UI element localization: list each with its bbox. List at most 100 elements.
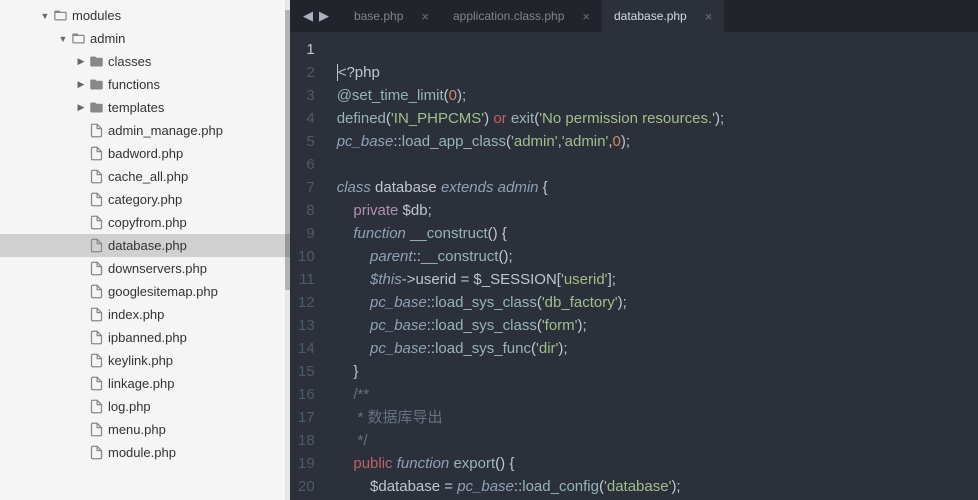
file-cache_all.php[interactable]: cache_all.php: [0, 165, 290, 188]
file-linkage.php[interactable]: linkage.php: [0, 372, 290, 395]
line-number: 7: [298, 176, 315, 199]
file-explorer-sidebar: modules admin classes functions templates adm…: [0, 0, 290, 500]
file-icon: [88, 261, 104, 277]
folder-icon: [70, 31, 86, 47]
line-number: 9: [298, 222, 315, 245]
nav-back-icon[interactable]: ◀: [303, 8, 313, 24]
line-number: 1: [298, 38, 315, 61]
tree-item-label: log.php: [108, 399, 151, 414]
folder-templates[interactable]: templates: [0, 96, 290, 119]
close-icon[interactable]: ×: [582, 9, 590, 24]
file-badword.php[interactable]: badword.php: [0, 142, 290, 165]
line-number: 3: [298, 84, 315, 107]
folder-modules[interactable]: modules: [0, 4, 290, 27]
tree-item-label: functions: [108, 77, 160, 92]
tree-item-label: keylink.php: [108, 353, 173, 368]
folder-functions[interactable]: functions: [0, 73, 290, 96]
file-icon: [88, 215, 104, 231]
file-icon: [88, 307, 104, 323]
tab-base.php[interactable]: base.php ×: [342, 0, 441, 32]
tab-label: base.php: [354, 9, 403, 23]
line-number: 5: [298, 130, 315, 153]
tab-label: database.php: [614, 9, 687, 23]
tree-item-label: googlesitemap.php: [108, 284, 218, 299]
chevron-right-icon[interactable]: [76, 102, 86, 113]
file-icon: [88, 123, 104, 139]
close-icon[interactable]: ×: [705, 9, 713, 24]
line-number: 16: [298, 383, 315, 406]
folder-icon: [88, 77, 104, 93]
code-area[interactable]: 1234567891011121314151617181920 <?php @s…: [290, 32, 978, 500]
code-content[interactable]: <?php @set_time_limit(0); defined('IN_PH…: [329, 32, 735, 500]
editor-top-bar: ◀ ▶ base.php×application.class.php×datab…: [290, 0, 978, 32]
close-icon[interactable]: ×: [421, 9, 429, 24]
tree-item-label: category.php: [108, 192, 182, 207]
line-number: 2: [298, 61, 315, 84]
tree-item-label: admin_manage.php: [108, 123, 223, 138]
line-gutter: 1234567891011121314151617181920: [290, 32, 329, 500]
folder-admin[interactable]: admin: [0, 27, 290, 50]
file-downservers.php[interactable]: downservers.php: [0, 257, 290, 280]
tab-label: application.class.php: [453, 9, 564, 23]
line-number: 10: [298, 245, 315, 268]
tab-database.php[interactable]: database.php ×: [602, 0, 724, 32]
folder-classes[interactable]: classes: [0, 50, 290, 73]
tree-item-label: linkage.php: [108, 376, 175, 391]
file-keylink.php[interactable]: keylink.php: [0, 349, 290, 372]
chevron-down-icon[interactable]: [58, 34, 68, 44]
chevron-right-icon[interactable]: [76, 79, 86, 90]
file-icon: [88, 146, 104, 162]
line-number: 6: [298, 153, 315, 176]
nav-forward-icon[interactable]: ▶: [319, 8, 329, 24]
file-ipbanned.php[interactable]: ipbanned.php: [0, 326, 290, 349]
tab-bar: base.php×application.class.php×database.…: [342, 0, 978, 32]
file-log.php[interactable]: log.php: [0, 395, 290, 418]
tree-item-label: database.php: [108, 238, 187, 253]
tree-item-label: index.php: [108, 307, 164, 322]
file-icon: [88, 169, 104, 185]
line-number: 19: [298, 452, 315, 475]
tree-item-label: module.php: [108, 445, 176, 460]
sidebar-scrollbar-thumb[interactable]: [285, 10, 290, 290]
file-icon: [88, 422, 104, 438]
nav-arrows: ◀ ▶: [290, 0, 342, 32]
tree-item-label: badword.php: [108, 146, 183, 161]
line-number: 20: [298, 475, 315, 498]
line-number: 14: [298, 337, 315, 360]
chevron-down-icon[interactable]: [40, 11, 50, 21]
file-icon: [88, 399, 104, 415]
file-icon: [88, 192, 104, 208]
tree-item-label: ipbanned.php: [108, 330, 187, 345]
file-googlesitemap.php[interactable]: googlesitemap.php: [0, 280, 290, 303]
tree-item-label: modules: [72, 8, 121, 23]
sidebar-scrollbar[interactable]: [285, 0, 290, 500]
chevron-right-icon[interactable]: [76, 56, 86, 67]
file-database.php[interactable]: database.php: [0, 234, 290, 257]
file-icon: [88, 330, 104, 346]
line-number: 12: [298, 291, 315, 314]
line-number: 4: [298, 107, 315, 130]
tree-item-label: downservers.php: [108, 261, 207, 276]
folder-icon: [88, 100, 104, 116]
folder-icon: [88, 54, 104, 70]
line-number: 15: [298, 360, 315, 383]
file-index.php[interactable]: index.php: [0, 303, 290, 326]
line-number: 18: [298, 429, 315, 452]
tree-item-label: menu.php: [108, 422, 166, 437]
tree-item-label: copyfrom.php: [108, 215, 187, 230]
file-icon: [88, 284, 104, 300]
line-number: 13: [298, 314, 315, 337]
tree-item-label: cache_all.php: [108, 169, 188, 184]
line-number: 17: [298, 406, 315, 429]
line-number: 11: [298, 268, 315, 291]
file-copyfrom.php[interactable]: copyfrom.php: [0, 211, 290, 234]
file-module.php[interactable]: module.php: [0, 441, 290, 464]
file-menu.php[interactable]: menu.php: [0, 418, 290, 441]
file-category.php[interactable]: category.php: [0, 188, 290, 211]
editor-pane: ◀ ▶ base.php×application.class.php×datab…: [290, 0, 978, 500]
line-number: 8: [298, 199, 315, 222]
folder-icon: [52, 8, 68, 24]
tree-item-label: admin: [90, 31, 125, 46]
file-admin_manage.php[interactable]: admin_manage.php: [0, 119, 290, 142]
tab-application.class.php[interactable]: application.class.php ×: [441, 0, 602, 32]
